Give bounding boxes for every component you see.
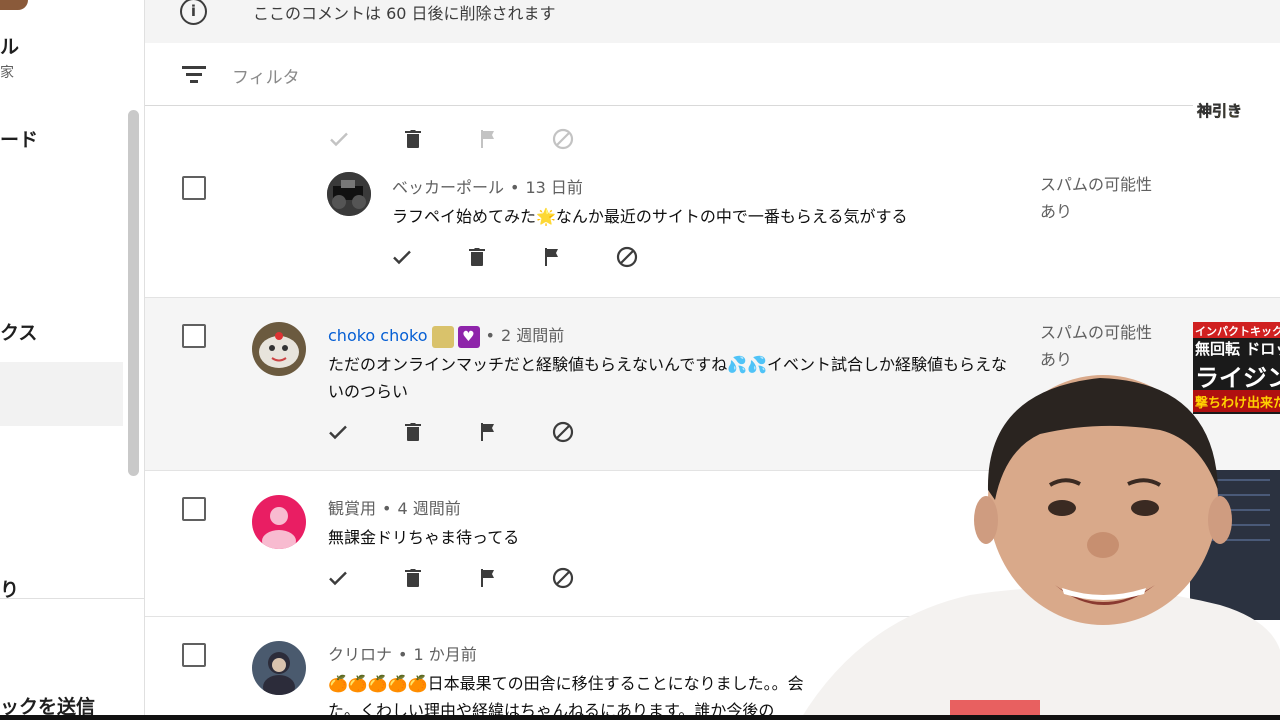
- comment-author[interactable]: choko choko: [328, 326, 428, 345]
- avatar: [327, 172, 371, 216]
- sidebar-divider: [0, 598, 144, 599]
- channel-subtitle: ル家: [0, 65, 14, 81]
- member-badge-icon: [431, 325, 454, 348]
- comment-select-checkbox[interactable]: [182, 643, 206, 667]
- filter-icon[interactable]: [182, 65, 206, 83]
- filter-input[interactable]: フィルタ: [232, 63, 300, 88]
- video-thumbnail[interactable]: 神引き: [1193, 100, 1280, 120]
- delete-icon[interactable]: [401, 566, 425, 590]
- comment-time[interactable]: 1 か月前: [413, 645, 476, 664]
- avatar: [252, 495, 306, 549]
- separator-dot: •: [382, 499, 392, 518]
- flag-icon[interactable]: [476, 566, 500, 590]
- block-user-icon[interactable]: [551, 420, 575, 444]
- filter-bar: [145, 43, 1280, 106]
- comment-time[interactable]: 4 週間前: [397, 499, 460, 518]
- comment-text-line-1: 🍊🍊🍊🍊🍊日本最果ての田舎に移住することになりました。。会: [328, 674, 804, 693]
- comment-select-checkbox[interactable]: [182, 324, 206, 348]
- comment-author-line: 観賞用 • 4 週間前: [328, 495, 461, 519]
- sidebar-item-comments-active[interactable]: [0, 362, 123, 426]
- spam-status: スパムの可能性あり: [1040, 323, 1153, 369]
- sidebar-item-dashboard[interactable]: ード: [0, 125, 38, 152]
- comment-time[interactable]: 13 日前: [525, 178, 582, 197]
- avatar: [252, 641, 306, 695]
- channel-avatar-edge: [0, 0, 28, 10]
- comment-select-checkbox[interactable]: [182, 176, 206, 200]
- block-user-icon[interactable]: [615, 245, 639, 269]
- approve-icon[interactable]: [326, 566, 350, 590]
- comment-select-checkbox[interactable]: [182, 497, 206, 521]
- bottom-edge: [0, 715, 1280, 720]
- comment-author-line: クリロナ • 1 か月前: [328, 641, 477, 665]
- flag-icon[interactable]: [476, 420, 500, 444]
- sidebar-scrollbar[interactable]: [128, 110, 139, 476]
- flag-icon[interactable]: [540, 245, 564, 269]
- avatar: [252, 322, 306, 376]
- delete-icon[interactable]: [465, 245, 489, 269]
- sidebar-item-analytics[interactable]: クス: [0, 318, 37, 345]
- separator-dot: •: [510, 178, 520, 197]
- comment-author[interactable]: クリロナ: [328, 645, 392, 664]
- channel-name: ル: [0, 36, 20, 58]
- heart-icon: ♥: [457, 325, 480, 348]
- approve-icon[interactable]: [390, 245, 414, 269]
- separator-dot: •: [485, 326, 495, 345]
- comment-author[interactable]: ベッカーポール: [392, 178, 504, 197]
- spam-status: スパムの可能性あり: [1040, 175, 1153, 221]
- comment-time[interactable]: 2 週間前: [501, 326, 564, 345]
- notice-text: ここのコメントは 60 日後に削除されます: [253, 4, 556, 23]
- thumbnail-text: 神引き: [1197, 102, 1243, 120]
- sidebar: ル ル家 ード クス り ックを送信: [0, 0, 145, 720]
- thumbnail-text-2: 無回転 ドロッ: [1195, 340, 1280, 358]
- comment-author-line: ベッカーポール • 13 日前: [392, 174, 583, 198]
- comment-text: ラフペイ始めてみた🌟なんか最近のサイトの中で一番もらえる気がする: [392, 207, 908, 226]
- webcam-overlay: [800, 370, 1280, 720]
- comment-author[interactable]: 観賞用: [328, 499, 376, 518]
- comment-author-line: choko choko ♥ • 2 週間前: [328, 322, 564, 348]
- approve-icon[interactable]: [326, 420, 350, 444]
- block-user-icon[interactable]: [551, 566, 575, 590]
- separator-dot: •: [398, 645, 408, 664]
- delete-icon[interactable]: [401, 420, 425, 444]
- thumbnail-text-1: インパクトキック: [1195, 325, 1280, 338]
